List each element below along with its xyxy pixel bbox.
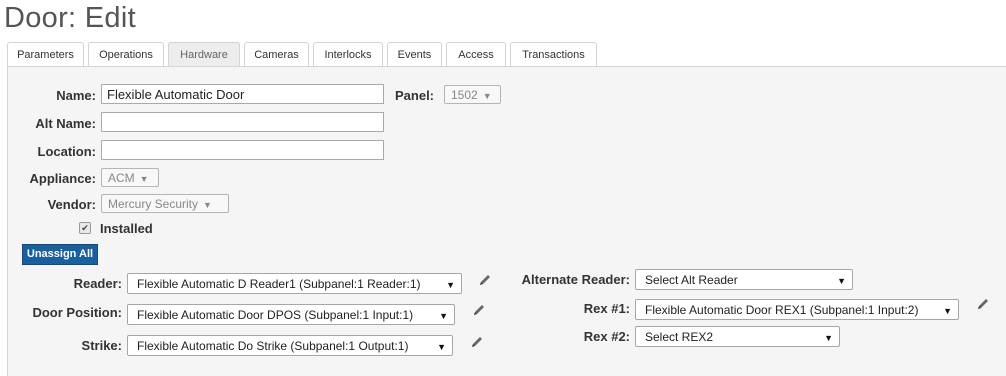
- rex2-label: Rex #2:: [583, 329, 630, 344]
- vendor-label: Vendor:: [47, 197, 96, 212]
- chevron-down-icon: ▼: [482, 91, 492, 101]
- installed-checkbox[interactable]: ✔: [79, 222, 91, 234]
- tab-parameters[interactable]: Parameters: [7, 42, 84, 66]
- reader-select[interactable]: Flexible Automatic D Reader1 (Subpanel:1…: [127, 273, 462, 294]
- rex1-label: Rex #1:: [583, 301, 630, 316]
- tab-transactions[interactable]: Transactions: [510, 42, 597, 66]
- name-input[interactable]: Flexible Automatic Door: [101, 84, 384, 104]
- rex1-edit-pencil-icon[interactable]: [976, 297, 990, 311]
- tab-cameras[interactable]: Cameras: [244, 42, 309, 66]
- strike-value: Flexible Automatic Do Strike (Subpanel:1…: [137, 339, 409, 353]
- rex2-select[interactable]: Select REX2 ▼: [635, 326, 840, 347]
- chevron-down-icon: ▼: [139, 174, 149, 184]
- chevron-down-icon: ▼: [203, 200, 212, 210]
- reader-edit-pencil-icon[interactable]: [478, 273, 492, 287]
- installed-label: Installed: [100, 221, 153, 236]
- door-position-value: Flexible Automatic Door DPOS (Subpanel:1…: [137, 308, 414, 322]
- location-input[interactable]: [101, 140, 384, 160]
- panel-select: 1502 ▼: [444, 85, 501, 104]
- rex1-select[interactable]: Flexible Automatic Door REX1 (Subpanel:1…: [635, 299, 959, 320]
- door-position-edit-pencil-icon[interactable]: [472, 303, 486, 317]
- name-label: Name:: [56, 88, 96, 103]
- rex1-value: Flexible Automatic Door REX1 (Subpanel:1…: [645, 303, 919, 317]
- appliance-value: ACM: [108, 171, 135, 185]
- tab-operations[interactable]: Operations: [88, 42, 164, 66]
- appliance-select: ACM ▼: [101, 168, 159, 187]
- door-position-label: Door Position:: [32, 305, 122, 320]
- alt-name-label: Alt Name:: [35, 116, 96, 131]
- chevron-down-icon: ▼: [837, 276, 846, 286]
- strike-label: Strike:: [81, 338, 122, 353]
- tab-events[interactable]: Events: [387, 42, 442, 66]
- check-icon: ✔: [81, 223, 89, 233]
- chevron-down-icon: ▼: [943, 306, 952, 316]
- tab-access[interactable]: Access: [446, 42, 506, 66]
- tab-hardware[interactable]: Hardware: [168, 42, 240, 66]
- strike-edit-pencil-icon[interactable]: [470, 335, 484, 349]
- location-label: Location:: [37, 144, 97, 159]
- chevron-down-icon: ▼: [824, 333, 833, 343]
- vendor-value: Mercury Security: [108, 197, 199, 211]
- appliance-label: Appliance:: [29, 171, 96, 186]
- page-title: Door: Edit: [4, 2, 136, 34]
- strike-select[interactable]: Flexible Automatic Do Strike (Subpanel:1…: [127, 335, 453, 356]
- rex2-value: Select REX2: [645, 330, 714, 344]
- chevron-down-icon: ▼: [439, 311, 448, 321]
- reader-value: Flexible Automatic D Reader1 (Subpanel:1…: [137, 277, 421, 291]
- unassign-all-button[interactable]: Unassign All: [22, 244, 98, 265]
- alternate-reader-label: Alternate Reader:: [521, 272, 630, 287]
- chevron-down-icon: ▼: [446, 280, 455, 290]
- door-position-select[interactable]: Flexible Automatic Door DPOS (Subpanel:1…: [127, 304, 455, 325]
- reader-label: Reader:: [73, 276, 122, 291]
- alternate-reader-select[interactable]: Select Alt Reader ▼: [635, 269, 853, 290]
- chevron-down-icon: ▼: [437, 342, 446, 352]
- panel-value: 1502: [451, 88, 478, 102]
- panel-label: Panel:: [395, 88, 435, 103]
- alternate-reader-value: Select Alt Reader: [645, 273, 738, 287]
- tab-interlocks[interactable]: Interlocks: [313, 42, 383, 66]
- alt-name-input[interactable]: [101, 112, 384, 132]
- vendor-select: Mercury Security ▼: [101, 194, 229, 213]
